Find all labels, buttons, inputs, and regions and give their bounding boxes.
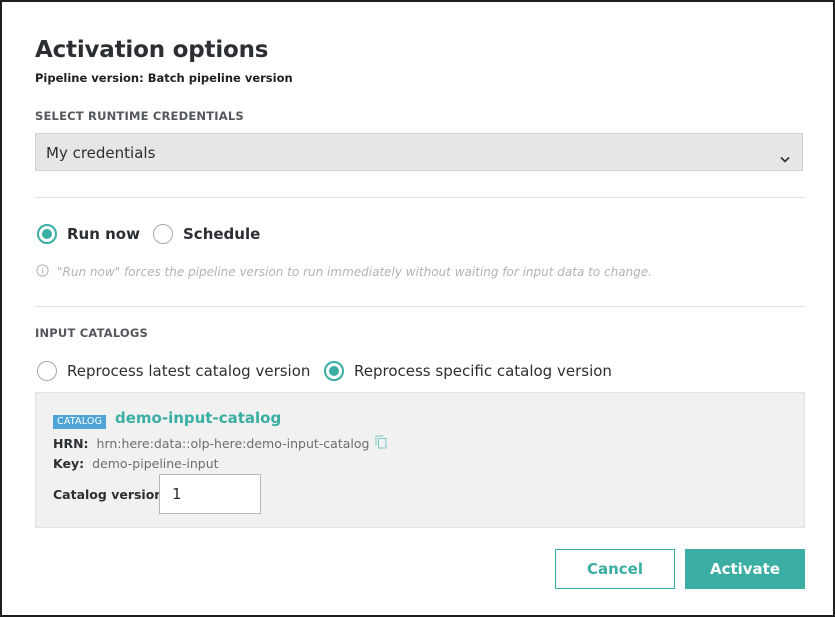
catalog-name-link[interactable]: demo-input-catalog: [115, 409, 281, 427]
catalog-badge: CATALOG: [53, 415, 107, 429]
copy-icon[interactable]: [375, 435, 387, 452]
divider: [35, 197, 805, 198]
catalog-key-row: Key: demo-pipeline-input: [53, 456, 219, 471]
credentials-select-value: My credentials: [46, 144, 156, 162]
reprocess-specific-label: Reprocess specific catalog version: [354, 362, 612, 380]
run-now-hint: "Run now" forces the pipeline version to…: [36, 264, 652, 280]
schedule-option[interactable]: Schedule: [153, 224, 260, 244]
schedule-radio[interactable]: [153, 224, 173, 244]
reprocess-specific-radio[interactable]: [324, 361, 344, 381]
hrn-value: hrn:here:data::olp-here:demo-input-catal…: [96, 436, 370, 451]
activation-options-dialog: Activation options Pipeline version: Bat…: [0, 0, 835, 617]
activate-button[interactable]: Activate: [685, 549, 805, 589]
input-catalogs-section-label: INPUT CATALOGS: [35, 326, 149, 340]
hrn-label: HRN:: [53, 436, 89, 451]
catalog-hrn-row: HRN: hrn:here:data::olp-here:demo-input-…: [53, 435, 387, 452]
dialog-subtitle: Pipeline version: Batch pipeline version: [35, 71, 293, 85]
catalog-version-label: Catalog version:: [53, 487, 169, 502]
chevron-down-icon: [780, 148, 790, 167]
reprocess-latest-label: Reprocess latest catalog version: [67, 362, 311, 380]
key-value: demo-pipeline-input: [92, 456, 219, 471]
key-label: Key:: [53, 456, 85, 471]
run-now-label: Run now: [67, 225, 140, 243]
reprocess-latest-option[interactable]: Reprocess latest catalog version: [37, 361, 310, 381]
cancel-button[interactable]: Cancel: [555, 549, 675, 589]
divider: [35, 306, 805, 307]
info-icon: [36, 264, 49, 280]
run-now-radio[interactable]: [37, 224, 57, 244]
reprocess-latest-radio[interactable]: [37, 361, 57, 381]
schedule-label: Schedule: [183, 225, 261, 243]
credentials-select[interactable]: My credentials: [35, 133, 803, 171]
hint-text: "Run now" forces the pipeline version to…: [57, 265, 652, 279]
run-now-option[interactable]: Run now: [37, 224, 140, 244]
dialog-title: Activation options: [35, 37, 269, 63]
catalog-panel: CATALOG demo-input-catalog HRN: hrn:here…: [35, 392, 805, 528]
catalog-version-input[interactable]: [159, 474, 261, 514]
credentials-section-label: SELECT RUNTIME CREDENTIALS: [35, 109, 244, 123]
reprocess-specific-option[interactable]: Reprocess specific catalog version: [324, 361, 612, 381]
